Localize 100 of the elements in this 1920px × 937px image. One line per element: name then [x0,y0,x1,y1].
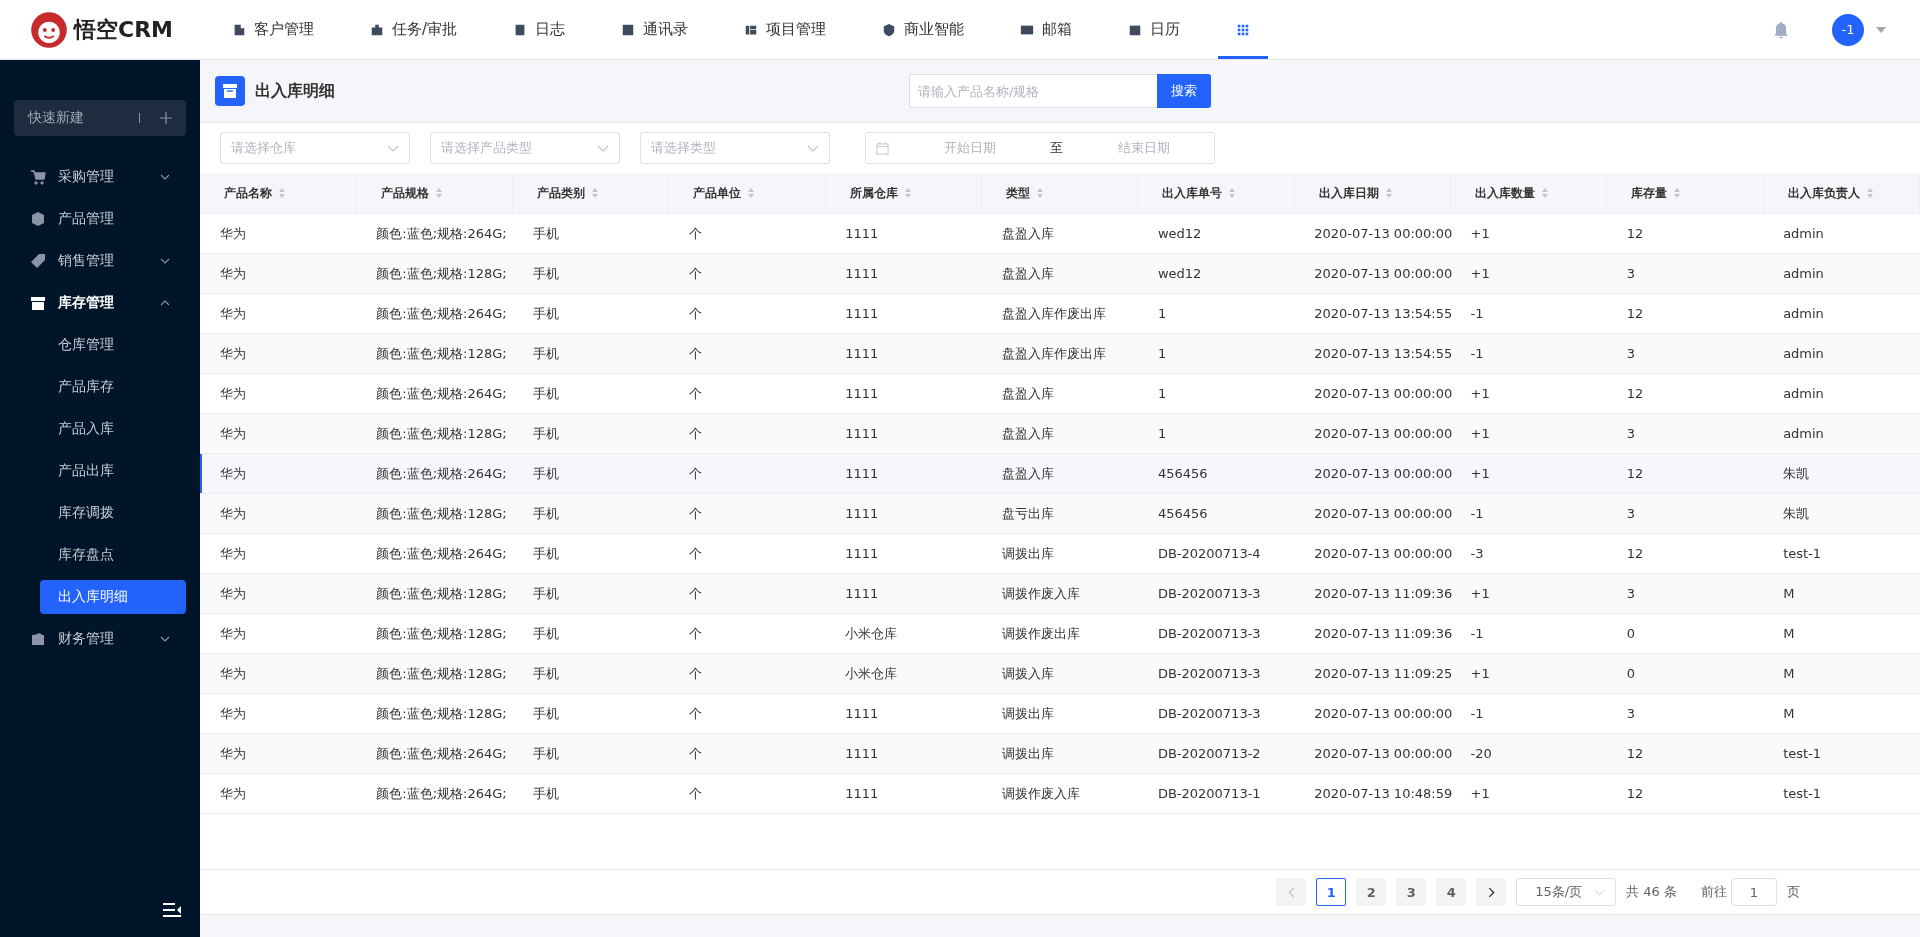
table-cell: M [1763,693,1920,734]
table-cell: 盘盈入库 [981,253,1138,294]
table-cell: 个 [668,253,826,294]
table-cell: 3 [1606,573,1764,614]
sidebar-subitem[interactable]: 产品库存 [40,370,186,404]
column-header[interactable]: 所属仓库 [825,173,982,214]
table-cell: 颜色:蓝色;规格:128G; [356,333,513,374]
column-header[interactable]: 出入库日期 [1294,173,1451,214]
table-cell: 华为 [200,333,357,374]
column-header[interactable]: 产品类别 [512,173,669,214]
table-cell: 1111 [825,733,982,774]
column-header[interactable]: 产品单位 [668,173,826,214]
table-cell: 颜色:蓝色;规格:264G; [356,213,513,254]
brand-name: 悟空CRM [74,15,173,44]
page-button[interactable]: 3 [1396,878,1427,906]
table-cell: 1 [1137,373,1295,414]
table-cell: 个 [668,293,826,334]
table-cell: 12 [1606,373,1764,414]
nav-tab[interactable]: 商业智能 [864,0,983,59]
table-cell: 盘盈入库 [981,373,1138,414]
column-header[interactable]: 出入库数量 [1450,173,1607,214]
table-cell: wed12 [1137,253,1295,294]
sidebar-item[interactable]: 产品管理 [0,198,200,240]
table-cell: 华为 [200,293,357,334]
column-header[interactable]: 类型 [981,173,1138,214]
column-header[interactable]: 出入库负责人 [1763,173,1920,214]
table-cell: 1111 [825,253,982,294]
table-cell: 调拨作废出库 [981,613,1138,654]
sidebar-item[interactable]: 销售管理 [0,240,200,282]
table-cell: 个 [668,373,826,414]
table-cell: 12 [1606,773,1764,814]
table-cell: 个 [668,773,826,814]
table-cell: DB-20200713-3 [1137,693,1295,734]
table-cell: 12 [1606,533,1764,574]
sidebar-subitem[interactable]: 库存盘点 [40,538,186,572]
table-cell: 1 [1137,293,1295,334]
table-cell: 手机 [512,373,669,414]
nav-tab[interactable]: 任务/审批 [352,0,476,59]
table-cell: 调拨出库 [981,693,1138,734]
shield-icon [882,22,897,37]
table-cell: 1111 [825,693,982,734]
table-cell: admin [1763,333,1920,374]
chevron-down-icon [160,258,170,264]
table-cell: 颜色:蓝色;规格:264G; [356,453,513,494]
caret-icon[interactable] [1876,26,1886,33]
table-cell: 3 [1606,333,1764,374]
column-header[interactable]: 产品名称 [200,173,357,214]
table-cell: 2020-07-13 00:00:00 [1294,213,1451,254]
table-cell: DB-20200713-3 [1137,653,1295,694]
table-cell: 456456 [1137,453,1295,494]
nav-tab[interactable]: 日历 [1110,0,1199,59]
table-cell: 1111 [825,373,982,414]
nav-tab[interactable]: 日志 [495,0,584,59]
chevron-right-icon [1487,886,1495,898]
nav-tab[interactable]: 项目管理 [726,0,845,59]
column-header[interactable]: 库存量 [1606,173,1764,214]
table-cell: -1 [1450,293,1607,334]
table-cell: 盘盈入库作废出库 [981,333,1138,374]
page-button[interactable]: 4 [1436,878,1467,906]
table-cell: test-1 [1763,533,1920,574]
table-cell: 颜色:蓝色;规格:128G; [356,573,513,614]
table-cell: 盘盈入库 [981,213,1138,254]
user-avatar[interactable]: -1 [1832,13,1864,46]
quick-create-button[interactable]: 快速新建 [14,100,186,136]
sort-icon [747,187,756,199]
goto-page-field[interactable]: 1 [1731,878,1777,906]
sidebar-item[interactable]: 库存管理 [0,282,200,324]
search-button[interactable]: 搜索 [1157,74,1211,108]
sidebar-subitem[interactable]: 出入库明细 [40,580,186,614]
table-cell: 12 [1606,733,1764,774]
sidebar-subitem[interactable]: 产品入库 [40,412,186,446]
page-size-select[interactable]: 15条/页 [1516,878,1617,906]
nav-tab[interactable]: 客户管理 [214,0,332,59]
next-page-button[interactable] [1476,878,1507,906]
column-header[interactable]: 出入库单号 [1137,173,1295,214]
sort-icon [1036,187,1045,199]
table-cell: 个 [668,213,826,254]
table-cell: M [1763,613,1920,654]
sidebar-subitem[interactable]: 库存调拨 [40,496,186,530]
nav-tab[interactable]: 通讯录 [603,0,707,59]
search-field[interactable]: 请输入产品名称/规格 [909,74,1157,108]
sidebar-item[interactable]: 财务管理 [0,618,200,660]
table-cell: 12 [1606,453,1764,494]
sidebar-subitem[interactable]: 仓库管理 [40,328,186,362]
notification-bell-icon[interactable] [1772,20,1790,39]
nav-tab[interactable]: 邮箱 [1002,0,1091,59]
table-cell: 手机 [512,653,669,694]
page-button[interactable]: 2 [1356,878,1387,906]
table-cell: 手机 [512,253,669,294]
sidebar-subitem[interactable]: 产品出库 [40,454,186,488]
table-cell: 个 [668,693,826,734]
table-cell: test-1 [1763,733,1920,774]
collapse-menu-icon[interactable] [162,903,182,917]
column-header[interactable]: 产品规格 [356,173,513,214]
chevron-up-icon [160,300,170,306]
table-cell: 1111 [825,493,982,534]
table-cell: 1111 [825,453,982,494]
sidebar-item[interactable]: 采购管理 [0,156,200,198]
page-button[interactable]: 1 [1316,878,1347,906]
table-cell: 华为 [200,653,357,694]
